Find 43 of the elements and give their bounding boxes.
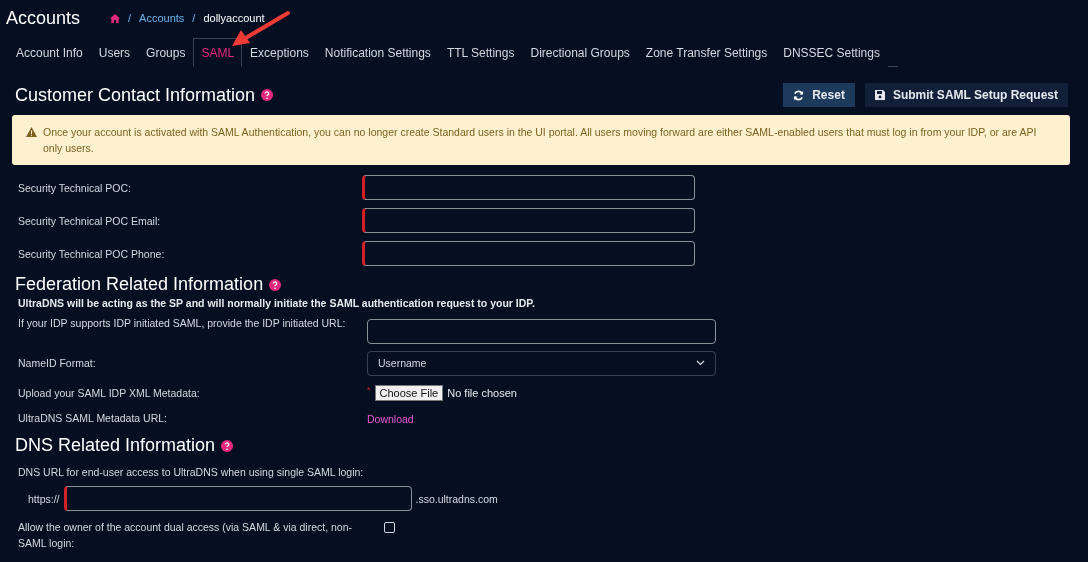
field-label: Security Technical POC: [18, 181, 133, 194]
help-icon[interactable] [221, 439, 234, 452]
choose-file-button[interactable]: Choose File [374, 385, 444, 401]
section-title: DNS Related Information [15, 435, 216, 456]
field-label: Security Technical POC Phone: [18, 247, 166, 260]
help-icon[interactable] [261, 89, 274, 101]
select-dropdown[interactable]: Username [367, 350, 716, 376]
section-title: Federation Related Information [15, 274, 264, 295]
section-title: Customer Contact Information [15, 84, 256, 106]
url-prefix: https:// [28, 492, 60, 505]
page-title: Accounts [6, 7, 81, 29]
field-label: UltraDNS SAML Metadata URL: [18, 412, 168, 424]
breadcrumb-separator: / [192, 12, 196, 24]
chevron-down-icon [696, 360, 705, 366]
file-status: No file chosen [447, 387, 517, 399]
field-label: Allow the owner of the account dual access (via SAML & via direct, non-SAML login: [18, 520, 354, 551]
save-icon [874, 90, 885, 100]
breadcrumb-current: dollyaccount [203, 12, 265, 24]
field-label: Security Technical POC Email: [18, 214, 162, 227]
home-icon[interactable] [110, 13, 121, 23]
tab[interactable]: SAML [193, 38, 243, 67]
field-label: DNS URL for end-user access to UltraDNS when using single SAML login: [18, 466, 364, 478]
url-suffix: .sso.ultradns.com [415, 492, 498, 505]
field-label: NameID Format: [18, 357, 97, 369]
help-icon[interactable] [269, 278, 282, 291]
reset-button[interactable]: Reset [783, 83, 855, 107]
required-mark: * [367, 385, 371, 395]
info-note: UltraDNS will be acting as the SP and will normally initiate the SAML authentication request to your IDP. [17, 296, 536, 311]
text-input[interactable] [362, 175, 695, 200]
text-input[interactable] [362, 208, 695, 233]
text-input[interactable] [367, 318, 716, 344]
checkbox[interactable] [384, 522, 395, 533]
breadcrumb-link[interactable]: Accounts [139, 12, 185, 24]
text-input[interactable] [63, 486, 412, 511]
field-label: If your IDP supports IDP initiated SAML, provide the IDP initiated URL: [18, 316, 347, 329]
field-label: Upload your SAML IDP XML Metadata: [18, 387, 201, 399]
submit-button[interactable]: Submit SAML Setup Request [864, 83, 1068, 107]
text-input[interactable] [362, 241, 695, 266]
warning-icon [26, 127, 37, 137]
download-link[interactable]: Download [367, 413, 414, 425]
breadcrumb-separator: / [128, 12, 132, 24]
refresh-icon [793, 89, 805, 101]
alert-text: Once your account is activated with SAML Authentication, you can no longer create Standard users in the UI portal. All users moving forward are either SAML-enabled users that must log in from your IDP, or are API only users. [43, 125, 1038, 156]
